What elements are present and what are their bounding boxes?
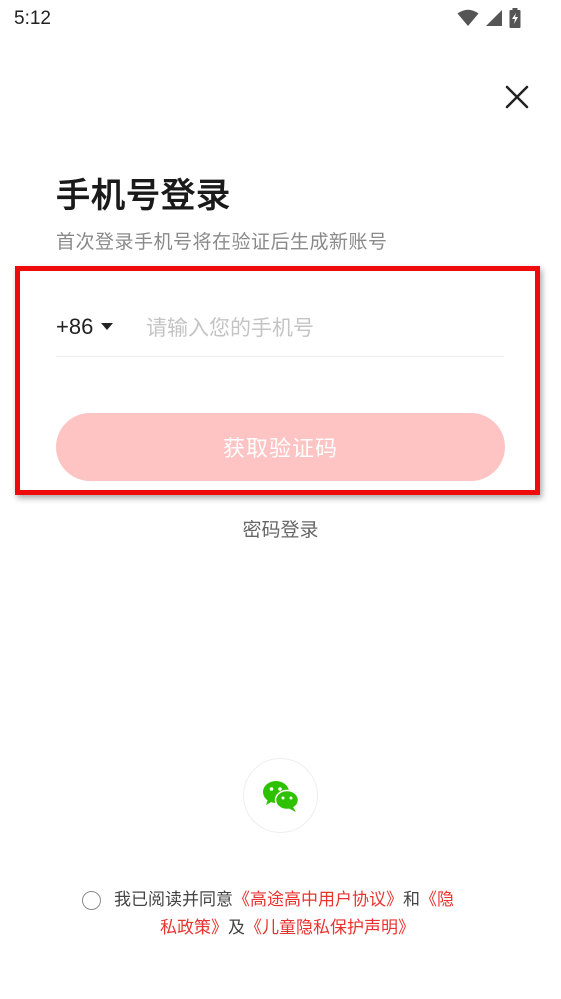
login-page: 5:12 手机号登录 首次登录手机号将在验证后生成新账号 +86 请输入您的手机…	[0, 0, 561, 999]
privacy-policy-link-part2[interactable]: 私政策》	[160, 918, 228, 938]
phone-input-row: +86	[56, 300, 504, 357]
phone-input[interactable]	[146, 308, 496, 348]
children-privacy-link[interactable]: 《儿童隐私保护声明》	[245, 918, 415, 938]
close-button[interactable]	[502, 82, 532, 112]
wechat-icon	[262, 780, 299, 812]
agreement-and: 和	[403, 890, 420, 910]
country-code-selector[interactable]: +86	[56, 314, 114, 340]
agree-checkbox[interactable]	[82, 891, 101, 910]
page-title: 手机号登录	[56, 176, 231, 216]
page-subtitle: 首次登录手机号将在验证后生成新账号	[56, 231, 388, 253]
close-icon	[505, 85, 529, 109]
battery-charging-icon	[509, 8, 521, 28]
caret-down-icon	[101, 323, 114, 330]
status-icons	[457, 8, 521, 28]
agreement-line-2: 私政策》及《儿童隐私保护声明》	[160, 914, 415, 942]
agreement-line-1: 我已阅读并同意《高途高中用户协议》和《隐	[114, 886, 454, 914]
wechat-login-button[interactable]	[243, 758, 318, 833]
get-code-button[interactable]: 获取验证码	[56, 413, 505, 481]
status-bar: 5:12	[0, 0, 561, 40]
wifi-icon	[457, 9, 479, 26]
privacy-policy-link-part1[interactable]: 《隐	[420, 890, 454, 910]
cellular-signal-icon	[486, 10, 502, 26]
user-agreement-link[interactable]: 《高途高中用户协议》	[233, 890, 403, 910]
agreement-prefix: 我已阅读并同意	[114, 890, 233, 910]
agreement-ji: 及	[228, 918, 245, 938]
country-code-label: +86	[56, 314, 94, 339]
password-login-link[interactable]: 密码登录	[0, 515, 561, 542]
status-time: 5:12	[14, 8, 51, 29]
